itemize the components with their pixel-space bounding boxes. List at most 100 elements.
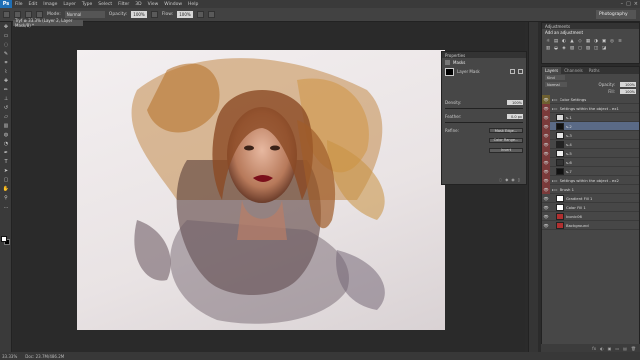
tab-paths[interactable]: Paths	[586, 67, 603, 74]
adjustment-layer-icon[interactable]: ◐	[600, 346, 604, 351]
layer-row[interactable]: 👁 s-6	[542, 157, 639, 167]
healing-tool-icon[interactable]: ✚	[2, 77, 10, 85]
blur-tool-icon[interactable]: ◍	[2, 131, 10, 139]
visibility-eye-icon[interactable]: 👁	[542, 157, 550, 167]
quick-select-tool-icon[interactable]: ✎	[2, 50, 10, 58]
folder-icon[interactable]: ▸▭	[552, 97, 558, 102]
visibility-eye-icon[interactable]: 👁	[542, 221, 550, 230]
apply-mask-icon[interactable]: ◆	[505, 177, 508, 182]
layer-opacity-field[interactable]: 100%	[620, 82, 636, 87]
layer-mask-icon[interactable]: ▣	[608, 346, 612, 351]
path-select-tool-icon[interactable]: ➤	[2, 167, 10, 175]
trash-icon[interactable]: 🗑	[631, 346, 636, 351]
visibility-eye-icon[interactable]: 👁	[542, 194, 550, 203]
density-field[interactable]: 100%	[507, 100, 523, 105]
visibility-eye-icon[interactable]: 👁	[542, 148, 550, 158]
shape-tool-icon[interactable]: ▢	[2, 176, 10, 184]
layer-row[interactable]: 👁 s-4	[542, 139, 639, 149]
folder-icon[interactable]: ▸▭	[552, 178, 558, 183]
adjustment-icon[interactable]: ◫	[593, 45, 599, 51]
menu-filter[interactable]: Filter	[115, 2, 132, 7]
layer-fill-field[interactable]: 100%	[620, 89, 636, 94]
adjustment-icon[interactable]: ▥	[545, 45, 551, 51]
layer-group-row[interactable]: 👁 ▸▭ Settings within the object - ex1	[542, 103, 639, 113]
workspace-select[interactable]: Photography	[596, 10, 636, 19]
layer-row[interactable]: 👁 Gradient Fill 1	[542, 194, 639, 203]
adjustment-icon[interactable]: ◪	[601, 45, 607, 51]
pressure-size-icon[interactable]	[207, 11, 215, 18]
brush-size-icon[interactable]	[14, 11, 21, 18]
eraser-tool-icon[interactable]: ▱	[2, 113, 10, 121]
adjustment-icon[interactable]: ◈	[561, 45, 567, 51]
menu-image[interactable]: Image	[40, 2, 60, 7]
menu-select[interactable]: Select	[95, 2, 115, 7]
dodge-tool-icon[interactable]: ◔	[2, 140, 10, 148]
folder-icon[interactable]: ▸▭	[552, 106, 558, 111]
gradient-tool-icon[interactable]: ▥	[2, 122, 10, 130]
load-selection-icon[interactable]: ◌	[499, 177, 503, 182]
layer-row[interactable]: 👁 Iconic06	[542, 212, 639, 221]
feather-slider[interactable]	[445, 122, 523, 123]
foreground-color-swatch[interactable]	[1, 236, 7, 242]
zoom-readout[interactable]: 33.33%	[2, 354, 17, 359]
layer-filter-select[interactable]: Kind	[545, 75, 565, 80]
adjustment-icon[interactable]: ▦	[585, 38, 591, 44]
color-range-button[interactable]: Color Range...	[489, 137, 523, 143]
blend-mode-select[interactable]: Normal	[545, 82, 567, 87]
feather-field[interactable]: 0.0 px	[507, 114, 523, 119]
close-icon[interactable]: ×	[634, 1, 638, 7]
visibility-eye-icon[interactable]: 👁	[542, 212, 550, 221]
menu-3d[interactable]: 3D	[132, 2, 144, 7]
adjustment-icon[interactable]: ▧	[569, 45, 575, 51]
flow-field[interactable]: 100%	[177, 11, 193, 18]
adjustment-icon[interactable]: ◎	[609, 38, 615, 44]
maximize-icon[interactable]: □	[626, 1, 631, 7]
menu-file[interactable]: File	[12, 2, 26, 7]
visibility-eye-icon[interactable]: 👁	[542, 175, 550, 185]
layer-group-row[interactable]: 👁 ▸▭ Brush 1	[542, 184, 639, 194]
new-layer-icon[interactable]: ▤	[623, 346, 627, 351]
layer-row[interactable]: 👁 s-1	[542, 112, 639, 122]
brush-tool-preset-icon[interactable]	[3, 11, 10, 18]
airbrush-icon[interactable]	[196, 11, 204, 18]
mask-edge-button[interactable]: Mask Edge...	[489, 128, 523, 133]
visibility-eye-icon[interactable]: 👁	[542, 130, 550, 140]
minimize-icon[interactable]: –	[621, 1, 624, 7]
visibility-eye-icon[interactable]: 👁	[542, 166, 550, 176]
marquee-tool-icon[interactable]: ▭	[2, 32, 10, 40]
visibility-eye-icon[interactable]: 👁	[542, 184, 550, 194]
density-slider[interactable]	[445, 108, 523, 109]
eyedropper-tool-icon[interactable]: ⌇	[2, 68, 10, 76]
clone-source-icon[interactable]	[36, 11, 43, 18]
visibility-eye-icon[interactable]: 👁	[542, 203, 550, 212]
layer-row[interactable]: 👁 Background	[542, 221, 639, 230]
visibility-eye-icon[interactable]: 👁	[542, 121, 550, 131]
visibility-eye-icon[interactable]: 👁	[542, 103, 550, 113]
menu-type[interactable]: Type	[79, 2, 95, 7]
adjustment-icon[interactable]: ◑	[593, 38, 599, 44]
adjustment-icon[interactable]: ▣	[601, 38, 607, 44]
brush-tool-icon[interactable]: ✏	[2, 86, 10, 94]
pixel-mask-icon[interactable]	[510, 69, 515, 74]
disable-mask-icon[interactable]: ◉	[511, 177, 515, 182]
menu-view[interactable]: View	[145, 2, 162, 7]
opacity-field[interactable]: 100%	[131, 11, 147, 18]
adjustment-icon[interactable]: ◒	[553, 45, 559, 51]
layer-row[interactable]: 👁 s-5	[542, 148, 639, 158]
adjustment-icon[interactable]: ▨	[585, 45, 591, 51]
adjustment-icon[interactable]: ◇	[577, 38, 583, 44]
adjustment-icon[interactable]: ▲	[569, 38, 575, 44]
tab-layers[interactable]: Layers	[542, 67, 562, 74]
mode-select[interactable]: Normal	[64, 11, 105, 18]
menu-edit[interactable]: Edit	[26, 2, 41, 7]
delete-mask-icon[interactable]: ▯	[518, 177, 520, 182]
adjustment-icon[interactable]: ☼	[545, 38, 551, 44]
visibility-eye-icon[interactable]: 👁	[542, 94, 550, 104]
visibility-eye-icon[interactable]: 👁	[542, 139, 550, 149]
extra-tools-icon[interactable]: …	[2, 203, 10, 211]
folder-icon[interactable]: ▸▭	[552, 187, 558, 192]
adjustment-icon[interactable]: ▤	[553, 38, 559, 44]
menu-window[interactable]: Window	[161, 2, 185, 7]
clone-stamp-tool-icon[interactable]: ⊥	[2, 95, 10, 103]
lasso-tool-icon[interactable]: ◌	[2, 41, 10, 49]
